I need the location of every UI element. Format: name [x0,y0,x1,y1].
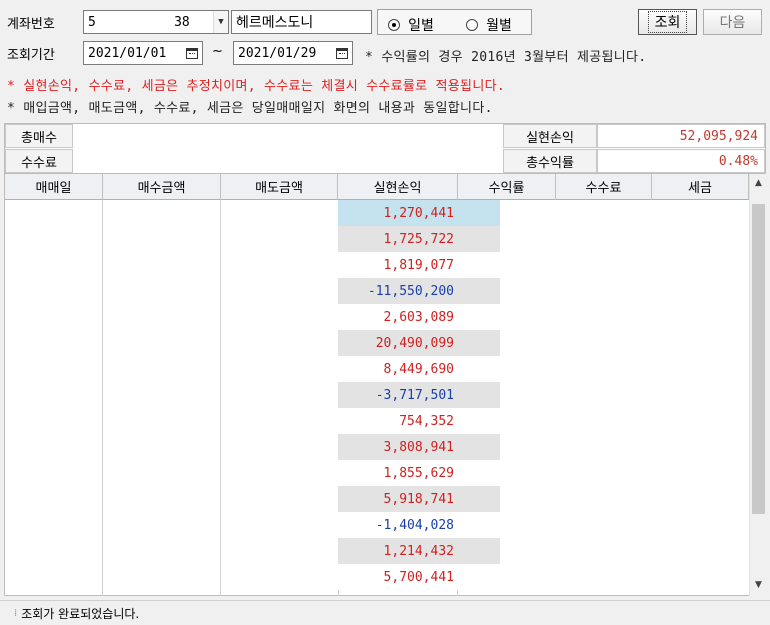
period-label: 조회기간 [7,48,55,63]
return-cell [458,304,500,330]
return-cell [458,538,500,564]
period-type-radio-group: 일별 월별 [377,9,532,35]
table-row[interactable]: 754,352 [338,408,500,434]
estimate-warning-note: * 실현손익, 수수료, 세금은 추정치이며, 수수료는 체결시 수수료률로 적… [7,79,505,94]
return-cell [458,512,500,538]
grip-icon: ⁞ [14,607,18,619]
total-return-label: 총수익률 [503,149,597,173]
realized-pnl-cell: 1,819,077 [338,252,458,278]
calendar-icon[interactable] [183,42,201,64]
vertical-scrollbar[interactable]: ▲ ▼ [749,174,766,596]
realized-pnl-cell: 1,214,432 [338,538,458,564]
calendar-icon[interactable] [333,42,351,64]
radio-monthly[interactable]: 월별 [466,15,512,35]
table-row[interactable]: 1,725,722 [338,226,500,252]
table-row[interactable]: 3,808,941 [338,434,500,460]
status-bar: ⁞ 조회가 완료되었습니다. [0,600,770,625]
return-cell [458,226,500,252]
realized-pnl-label: 실현손익 [503,124,597,148]
table-row[interactable]: -3,717,501 [338,382,500,408]
fee-value [73,149,503,173]
table-row[interactable]: 2,603,089 [338,304,500,330]
scrollbar-thumb[interactable] [752,204,765,514]
column-divider [102,200,103,596]
total-return-value: 0.48% [597,149,765,173]
table-row[interactable]: 1,855,629 [338,460,500,486]
table-row[interactable]: 1,270,441 [338,200,500,226]
return-cell [458,460,500,486]
realized-pnl-cell: -1,404,028 [338,512,458,538]
return-cell [458,564,500,590]
radio-monthly-label: 월별 [486,18,512,34]
realized-pnl-cell: 1,270,441 [338,200,458,226]
col-header-sell-amount[interactable]: 매도금액 [221,174,338,200]
account-label: 계좌번호 [7,17,55,32]
date-from-input[interactable]: 2021/01/01 [83,41,203,65]
realized-pnl-cell: 5,700,441 [338,564,458,590]
date-to-input[interactable]: 2021/01/29 [233,41,353,65]
return-cell [458,382,500,408]
col-header-realized-pnl[interactable]: 실현손익 [338,174,458,200]
table-row[interactable]: 5,918,741 [338,486,500,512]
return-cell [458,486,500,512]
return-cell [458,330,500,356]
realized-pnl-cell: -3,717,501 [338,382,458,408]
realized-pnl-cell: 20,490,099 [338,330,458,356]
next-button[interactable]: 다음 [703,9,762,35]
table-row[interactable]: -1,404,028 [338,512,500,538]
account-number-value: 5 38 [88,14,190,30]
date-from-value: 2021/01/01 [88,45,167,61]
realized-pnl-cell: 8,449,690 [338,356,458,382]
query-button-label: 조회 [647,11,688,33]
account-name-field: 헤르메스도니 [231,10,372,34]
col-header-fee[interactable]: 수수료 [556,174,652,200]
table-row[interactable]: 8,449,690 [338,356,500,382]
account-number-input[interactable]: 5 38 ▼ [83,10,229,34]
return-cell [458,252,500,278]
return-period-note: * 수익률의 경우 2016년 3월부터 제공됩니다. [365,50,647,65]
column-divider [220,200,221,596]
status-message: 조회가 완료되었습니다. [21,606,140,621]
radio-daily[interactable]: 일별 [388,15,434,35]
table-row[interactable]: 5,700,441 [338,564,500,590]
total-trades-label: 총매수 [5,124,73,148]
table-row[interactable]: 20,490,099 [338,330,500,356]
return-cell [458,200,500,226]
return-cell [458,356,500,382]
same-content-note: * 매입금액, 매도금액, 수수료, 세금은 당일매매일지 화면의 내용과 동일… [7,101,493,116]
realized-pnl-cell: 2,603,089 [338,304,458,330]
col-header-buy-amount[interactable]: 매수금액 [103,174,221,200]
realized-pnl-cell: 1,855,629 [338,460,458,486]
total-trades-value [73,124,503,148]
realized-pnl-value: 52,095,924 [597,124,765,148]
return-cell [458,278,500,304]
col-header-return[interactable]: 수익률 [458,174,556,200]
realized-pnl-cell: 1,725,722 [338,226,458,252]
date-range-separator: ~ [212,44,223,59]
scroll-up-icon[interactable]: ▲ [751,176,766,190]
realized-pnl-cell: 754,352 [338,408,458,434]
col-header-tax[interactable]: 세금 [652,174,749,200]
fee-label: 수수료 [5,149,73,173]
radio-daily-icon [388,19,400,31]
realized-pnl-cell: 3,808,941 [338,434,458,460]
return-cell [458,408,500,434]
col-header-trade-date[interactable]: 매매일 [5,174,103,200]
radio-monthly-icon [466,19,478,31]
scroll-down-icon[interactable]: ▼ [751,578,766,592]
return-cell [458,434,500,460]
date-to-value: 2021/01/29 [238,45,317,61]
realized-pnl-cell: -11,550,200 [338,278,458,304]
chevron-down-icon[interactable]: ▼ [213,11,228,33]
query-button[interactable]: 조회 [638,9,697,35]
realized-pnl-cell: 5,918,741 [338,486,458,512]
radio-daily-label: 일별 [408,18,434,34]
table-row[interactable]: 1,214,432 [338,538,500,564]
table-row[interactable]: -11,550,200 [338,278,500,304]
table-row[interactable]: 1,819,077 [338,252,500,278]
